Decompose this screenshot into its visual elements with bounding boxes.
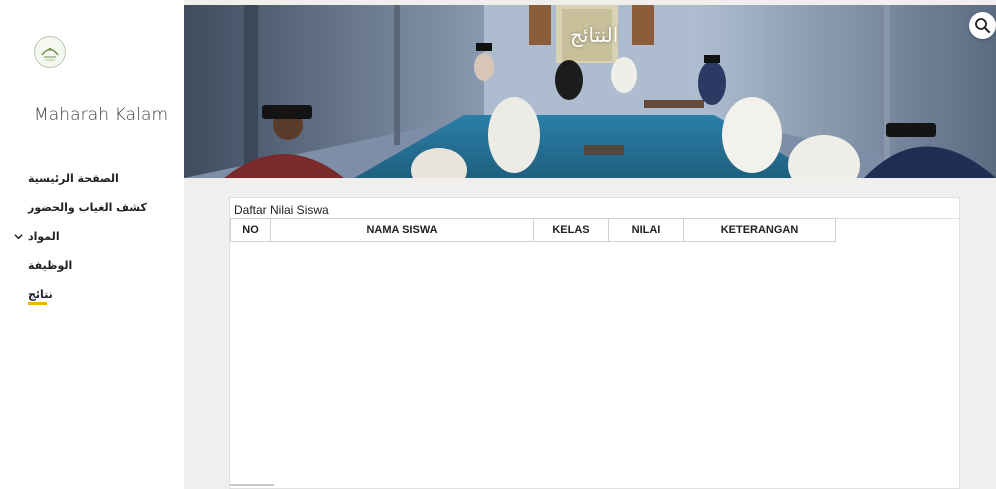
- site-logo[interactable]: [34, 36, 66, 68]
- column-header-student-name: NAMA SISWA: [270, 218, 534, 242]
- logo-emblem: [41, 47, 59, 61]
- grades-table: NO NAMA SISWA KELAS NILAI KETERANGAN: [230, 218, 836, 242]
- nav-item-assignment[interactable]: الوظيفة: [28, 257, 178, 286]
- sidebar: Maharah Kalam الصفحة الرئيسية كشف الغياب…: [0, 0, 218, 489]
- hero-banner: النتائج: [184, 5, 996, 178]
- nav-item-home[interactable]: الصفحة الرئيسية: [28, 170, 178, 199]
- column-header-no: NO: [230, 218, 271, 242]
- site-title[interactable]: Maharah Kalam: [34, 105, 168, 125]
- nav-item-subjects-label: المواد: [28, 230, 60, 243]
- search-button[interactable]: [969, 12, 996, 39]
- sidebar-nav: الصفحة الرئيسية كشف الغياب والحضور الموا…: [14, 170, 178, 315]
- nav-item-results[interactable]: نتائج: [28, 286, 178, 315]
- embedded-sheet[interactable]: Daftar Nilai Siswa NO NAMA SISWA KELAS N…: [229, 197, 961, 489]
- column-header-notes: KETERANGAN: [683, 218, 836, 242]
- nav-item-subjects[interactable]: المواد: [14, 228, 178, 257]
- column-header-score: NILAI: [608, 218, 684, 242]
- search-icon: [975, 18, 990, 33]
- table-header-row: NO NAMA SISWA KELAS NILAI KETERANGAN: [230, 218, 836, 242]
- sheet-scroll-indicator[interactable]: [230, 484, 274, 486]
- chevron-down-icon[interactable]: [14, 228, 23, 247]
- nav-item-attendance[interactable]: كشف الغياب والحضور: [28, 199, 178, 228]
- column-header-class: KELAS: [533, 218, 609, 242]
- hero-title: النتائج: [570, 23, 619, 47]
- sheet-caption: Daftar Nilai Siswa: [234, 203, 329, 217]
